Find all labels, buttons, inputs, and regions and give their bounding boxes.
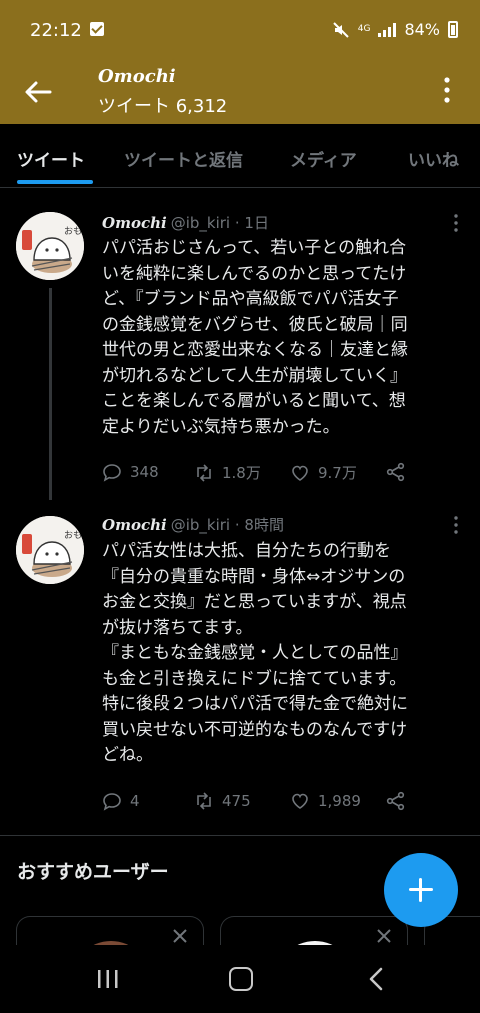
like-count: 1,989: [318, 792, 361, 810]
tweet-line: 『自分の貴重な時間・身体⇔オジサンの: [102, 566, 406, 587]
tweet[interactable]: おもち Omochi@ib_kiri · 1日 パパ活おじさんって、若い子との触…: [0, 200, 480, 500]
share-icon: [386, 462, 405, 482]
tweet-line: が切れるなどして人生が崩壊していく』: [102, 365, 407, 386]
tweet-handle[interactable]: @ib_kiri: [171, 516, 230, 534]
close-icon[interactable]: [375, 927, 393, 945]
like-count: 9.7万: [318, 464, 357, 482]
tweet-author-name[interactable]: Omochi: [102, 516, 167, 534]
close-icon[interactable]: [171, 927, 189, 945]
notification-check-icon: [90, 22, 104, 36]
avatar-text: おもち: [64, 530, 84, 541]
network-type: 4G: [357, 24, 371, 34]
tweet-header: Omochi @ib_kiri · 1日: [102, 212, 269, 233]
status-time: 22:12: [30, 20, 82, 41]
like-icon: [292, 793, 308, 809]
tweet-line: も金と引き換えにドブに捨てています。: [102, 668, 407, 689]
compose-tweet-button[interactable]: [384, 853, 458, 927]
tweet-line: 定よりだいぶ気持ち悪かった。: [102, 416, 340, 437]
tweet-line: 『まともな金銭感覚・人としての品性』: [102, 643, 408, 663]
tweet-line: パパ活おじさんって、若い子との触れ合: [102, 238, 407, 258]
tweet-line: いを純粋に楽しんでるのかと思ってたけ: [102, 263, 407, 284]
reply-icon: [103, 793, 121, 811]
profile-tabs: ツイート ツイートと返信 メディア いいね: [0, 124, 480, 188]
retweet-button[interactable]: 1.8万: [194, 462, 261, 483]
reply-button[interactable]: 348: [102, 462, 159, 482]
tweet-header: Omochi @ib_kiri · 8時間: [102, 514, 284, 535]
recent-apps-icon[interactable]: [96, 969, 120, 989]
thread-line: [49, 288, 52, 500]
like-button[interactable]: 9.7万: [290, 462, 357, 483]
tweet-line: お金と交換』だと思っていますが、視点: [102, 592, 407, 612]
tweet[interactable]: おもち Omochi@ib_kiri · 8時間 パパ活女性は大抵、自分たちの行…: [0, 500, 480, 835]
tab-likes[interactable]: いいね: [408, 146, 459, 171]
battery-icon: [448, 21, 458, 38]
avatar[interactable]: おもち: [16, 212, 84, 280]
avatar-text: おもち: [64, 226, 84, 237]
retweet-icon: [197, 463, 211, 482]
reply-icon: [103, 464, 121, 482]
tweet-line: ことを楽しんでる層がいると聞いて、想: [102, 391, 406, 411]
status-bar: 22:12 4G 84%: [0, 0, 480, 62]
tweet-separator: ·: [234, 214, 240, 232]
reply-button[interactable]: 4: [102, 791, 140, 811]
tweet-line: パパ活女性は大抵、自分たちの行動を: [102, 541, 391, 561]
tab-tweets-and-replies[interactable]: ツイートと返信: [124, 146, 243, 171]
retweet-count: 475: [222, 792, 251, 810]
tweet-actions: 4 475 1,989: [102, 791, 462, 815]
profile-name: Omochi: [98, 66, 176, 87]
tweet-line: 世代の男と恋愛出来なくなる｜友達と縁: [102, 340, 408, 360]
reply-count: 348: [130, 463, 159, 481]
tweet-text: パパ活女性は大抵、自分たちの行動を 『自分の貴重な時間・身体⇔オジサンの お金と…: [102, 539, 464, 769]
avatar-image: おもち: [16, 212, 84, 280]
retweet-icon: [197, 792, 211, 810]
more-vertical-icon[interactable]: [444, 76, 450, 104]
tweet-separator: ·: [234, 516, 240, 534]
retweet-button[interactable]: 475: [194, 791, 251, 811]
share-icon: [386, 791, 405, 811]
avatar-image: おもち: [16, 516, 84, 584]
tweet-author-name[interactable]: Omochi: [102, 214, 167, 232]
tweet-more-icon[interactable]: [454, 516, 458, 534]
reply-count: 4: [130, 792, 140, 810]
tweet-line: ど、『ブランド品や高級飯でパパ活女子: [102, 289, 399, 309]
section-divider: [0, 835, 480, 836]
tweet-line: が抜け落ちてます。: [102, 617, 253, 638]
avatar[interactable]: おもち: [16, 516, 84, 584]
status-icons: 4G 84%: [332, 20, 458, 39]
back-arrow-icon[interactable]: [24, 78, 52, 106]
like-icon: [292, 465, 308, 481]
tweet-text: パパ活おじさんって、若い子との触れ合 いを純粋に楽しんでるのかと思ってたけ ど、…: [102, 236, 464, 440]
tab-tweets[interactable]: ツイート: [17, 146, 85, 171]
battery-percent: 84%: [404, 20, 440, 39]
tweet-more-icon[interactable]: [454, 214, 458, 232]
tweet-count: ツイート 6,312: [98, 96, 228, 117]
share-button[interactable]: [386, 791, 406, 811]
tweet-line: 買い戻せない不可逆的なものなんですけ: [102, 719, 408, 740]
like-button[interactable]: 1,989: [290, 791, 361, 811]
recommended-users-title: おすすめユーザー: [17, 861, 169, 883]
back-nav-icon[interactable]: [368, 967, 384, 991]
share-button[interactable]: [386, 462, 406, 482]
home-icon[interactable]: [229, 967, 253, 991]
tweet-line: どね。: [102, 745, 153, 765]
tweet-time[interactable]: 1日: [244, 214, 269, 232]
system-navigation-bar: [0, 945, 480, 1013]
mute-icon: [333, 21, 349, 38]
profile-header: Omochi ツイート 6,312: [0, 62, 480, 124]
tweet-line: 特に後段２つはパパ活で得た金で絶対に: [102, 694, 408, 714]
tweet-handle[interactable]: @ib_kiri: [171, 214, 230, 232]
tweet-time[interactable]: 8時間: [244, 516, 284, 534]
tweet-actions: 348 1.8万 9.7万: [102, 462, 462, 486]
tab-media[interactable]: メディア: [290, 146, 357, 171]
active-tab-indicator: [17, 180, 93, 184]
retweet-count: 1.8万: [222, 464, 261, 482]
tweet-line: の金銭感覚をバグらせ、彼氏と破局｜同: [102, 314, 408, 335]
signal-icon: [378, 22, 397, 37]
